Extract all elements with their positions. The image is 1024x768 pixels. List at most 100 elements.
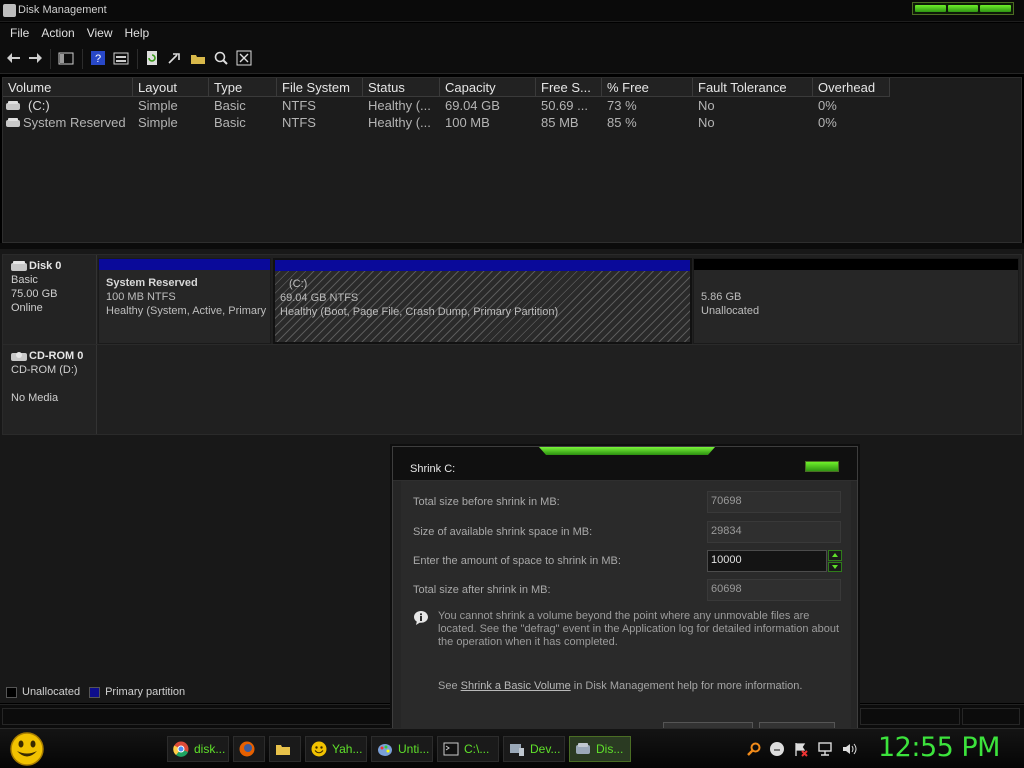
action-center-flag-icon[interactable] bbox=[793, 741, 809, 757]
disk-status: Online bbox=[11, 302, 43, 314]
taskbar-label: Unti... bbox=[398, 742, 430, 756]
shrink-amount-input[interactable]: 10000 bbox=[707, 550, 827, 572]
taskbar-firefox-button[interactable] bbox=[233, 736, 265, 762]
column-fault-tolerance[interactable]: Fault Tolerance bbox=[693, 78, 813, 97]
properties-icon[interactable] bbox=[113, 50, 129, 66]
cell-file-system: NTFS bbox=[282, 98, 316, 113]
refresh-icon[interactable] bbox=[144, 50, 160, 66]
rescan-icon[interactable] bbox=[213, 50, 229, 66]
help-link[interactable]: Shrink a Basic Volume bbox=[461, 680, 571, 692]
cdrom-type: CD-ROM (D:) bbox=[11, 364, 78, 376]
paint-icon bbox=[378, 744, 392, 756]
value-total-after: 60698 bbox=[707, 579, 841, 601]
messenger-status-icon[interactable] bbox=[769, 741, 785, 757]
taskbar-paint-button[interactable]: Unti... bbox=[371, 736, 433, 762]
stepper-up-button[interactable] bbox=[828, 550, 842, 561]
taskbar-label: Dev... bbox=[530, 742, 561, 756]
taskbar-label: C:\... bbox=[464, 742, 490, 756]
cmd-icon bbox=[443, 742, 459, 756]
dialog-close-button[interactable] bbox=[805, 461, 839, 472]
disk-0-label[interactable]: Disk 0 Basic 75.00 GB Online bbox=[3, 255, 97, 344]
taskbar-yahoo-button[interactable]: Yah... bbox=[305, 736, 367, 762]
taskbar-disk-management-button[interactable]: Dis... bbox=[569, 736, 631, 762]
column-status[interactable]: Status bbox=[363, 78, 440, 97]
menu-file[interactable]: File bbox=[4, 23, 35, 44]
field-shrink-amount: Enter the amount of space to shrink in M… bbox=[413, 550, 843, 572]
firefox-icon bbox=[239, 741, 255, 757]
toolbar-separator bbox=[50, 49, 51, 69]
column-volume[interactable]: Volume bbox=[3, 78, 133, 97]
field-total-before: Total size before shrink in MB: 70698 bbox=[413, 491, 843, 513]
help-prefix: See bbox=[438, 680, 458, 692]
network-icon[interactable] bbox=[817, 741, 833, 757]
shrink-amount-stepper[interactable] bbox=[828, 550, 842, 572]
taskbar-clock[interactable]: 12:55 PM bbox=[878, 732, 1000, 763]
partition-status: Healthy (System, Active, Primary bbox=[106, 305, 267, 317]
open-icon[interactable] bbox=[190, 50, 206, 66]
export-icon[interactable] bbox=[167, 50, 183, 66]
help-icon[interactable]: ? bbox=[90, 50, 106, 66]
legend-unallocated: Unallocated bbox=[22, 686, 81, 698]
taskbar-explorer-button[interactable] bbox=[269, 736, 301, 762]
column-layout[interactable]: Layout bbox=[133, 78, 209, 97]
status-segment bbox=[860, 708, 960, 725]
volume-list-header: Volume Layout Type File System Status Ca… bbox=[3, 78, 1021, 97]
cell-status: Healthy (... bbox=[368, 115, 431, 130]
cdrom-status: No Media bbox=[11, 392, 59, 404]
stepper-down-button[interactable] bbox=[828, 561, 842, 572]
close-button[interactable] bbox=[980, 5, 1012, 12]
maximize-button[interactable] bbox=[947, 5, 979, 12]
column-type[interactable]: Type bbox=[209, 78, 277, 97]
column-overhead[interactable]: Overhead bbox=[813, 78, 890, 97]
disk-management-app-icon bbox=[3, 4, 16, 17]
menu-help[interactable]: Help bbox=[119, 23, 156, 44]
dialog-body: Total size before shrink in MB: 70698 Si… bbox=[401, 481, 851, 731]
cell-percent-free: 73 % bbox=[607, 98, 637, 113]
menu-view[interactable]: View bbox=[81, 23, 119, 44]
disk-size: 75.00 GB bbox=[11, 288, 58, 300]
disk-0-row: Disk 0 Basic 75.00 GB Online System Rese… bbox=[2, 254, 1022, 345]
column-file-system[interactable]: File System bbox=[277, 78, 363, 97]
console-tree-icon[interactable] bbox=[58, 50, 74, 66]
cd-drive-icon bbox=[11, 352, 27, 361]
device-manager-icon bbox=[510, 744, 524, 756]
start-orb-smiley-icon[interactable] bbox=[8, 731, 46, 767]
forward-arrow-icon[interactable] bbox=[27, 50, 43, 66]
back-arrow-icon[interactable] bbox=[6, 50, 22, 66]
partition-name: (C:) bbox=[289, 278, 308, 290]
volume-speaker-icon[interactable] bbox=[841, 741, 857, 757]
taskbar-device-manager-button[interactable]: Dev... bbox=[503, 736, 565, 762]
column-percent-free[interactable]: % Free bbox=[602, 78, 693, 97]
taskbar-cmd-button[interactable]: C:\... bbox=[437, 736, 499, 762]
field-total-after: Total size after shrink in MB: 60698 bbox=[413, 579, 843, 601]
dialog-glow-accent bbox=[539, 447, 715, 455]
label-total-after: Total size after shrink in MB: bbox=[413, 584, 551, 596]
volume-row[interactable]: System Reserved Simple Basic NTFS Health… bbox=[3, 114, 1021, 131]
taskbar-label: Dis... bbox=[596, 742, 624, 756]
disk-management-icon bbox=[576, 743, 590, 754]
chrome-icon bbox=[173, 741, 189, 757]
partition-system-reserved[interactable]: System Reserved 100 MB NTFS Healthy (Sys… bbox=[98, 258, 271, 344]
settings-icon[interactable] bbox=[236, 50, 252, 66]
volume-row[interactable]: (C:) Simple Basic NTFS Healthy (... 69.0… bbox=[3, 97, 1021, 114]
taskbar-label: disk... bbox=[194, 742, 226, 756]
cd-rom-0-label[interactable]: CD-ROM 0 CD-ROM (D:) No Media bbox=[3, 345, 97, 434]
volume-list: Volume Layout Type File System Status Ca… bbox=[2, 77, 1022, 243]
minimize-button[interactable] bbox=[915, 5, 946, 12]
partition-unallocated[interactable]: 5.86 GB Unallocated bbox=[693, 258, 1019, 344]
cell-file-system: NTFS bbox=[282, 115, 316, 130]
window-title: Disk Management bbox=[18, 4, 107, 16]
column-free-space[interactable]: Free S... bbox=[536, 78, 602, 97]
taskbar-chrome-button[interactable]: disk... bbox=[167, 736, 229, 762]
partition-status: Healthy (Boot, Page File, Crash Dump, Pr… bbox=[280, 306, 559, 318]
window-controls[interactable] bbox=[912, 2, 1014, 15]
partition-c-drive[interactable]: (C:) 69.04 GB NTFS Healthy (Boot, Page F… bbox=[273, 258, 692, 344]
column-capacity[interactable]: Capacity bbox=[440, 78, 536, 97]
menu-action[interactable]: Action bbox=[35, 23, 80, 44]
search-icon[interactable] bbox=[746, 741, 762, 757]
toolbar-separator bbox=[82, 49, 83, 69]
primary-partition-bar bbox=[275, 260, 690, 271]
status-segment bbox=[2, 708, 392, 725]
taskbar: disk... Yah... Unti... C:\... Dev... Dis… bbox=[0, 728, 1024, 768]
partition-name: System Reserved bbox=[106, 277, 198, 289]
